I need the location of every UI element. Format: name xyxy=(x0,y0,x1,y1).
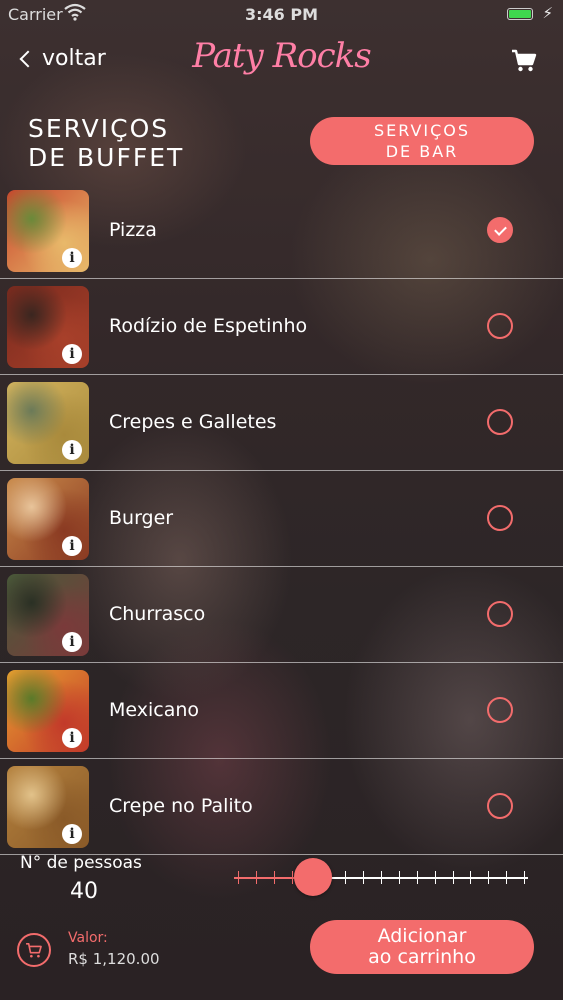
unchecked-circle-icon[interactable] xyxy=(487,505,513,531)
services-list: i Pizza i Rodízio de Espetinho i Crepes e Gal… xyxy=(0,183,563,855)
info-icon[interactable]: i xyxy=(62,728,82,748)
charging-icon: ⚡ xyxy=(542,4,553,22)
unchecked-circle-icon[interactable] xyxy=(487,697,513,723)
service-label: Crepes e Galletes xyxy=(109,411,277,433)
slider-tick xyxy=(255,871,257,884)
bar-services-button[interactable]: SERVIÇOS DE BAR xyxy=(310,117,534,165)
service-row[interactable]: i Crepes e Galletes xyxy=(0,375,563,471)
people-slider[interactable] xyxy=(234,858,528,896)
slider-tick xyxy=(470,871,472,884)
unchecked-circle-icon[interactable] xyxy=(487,601,513,627)
info-icon[interactable]: i xyxy=(62,824,82,844)
status-time: 3:46 PM xyxy=(244,5,318,24)
info-icon[interactable]: i xyxy=(62,440,82,460)
service-label: Pizza xyxy=(109,219,157,241)
status-bar: Carrier 3:46 PM ⚡ xyxy=(0,0,563,30)
app-logo: Paty Rocks xyxy=(192,36,371,76)
service-row[interactable]: i Burger xyxy=(0,471,563,567)
cart-summary-icon[interactable] xyxy=(17,933,51,967)
people-count: 40 xyxy=(70,879,98,904)
service-row[interactable]: i Churrasco xyxy=(0,567,563,663)
slider-tick xyxy=(434,871,436,884)
info-icon[interactable]: i xyxy=(62,536,82,556)
slider-tick xyxy=(398,871,400,884)
people-label: N° de pessoas xyxy=(20,853,142,873)
service-label: Mexicano xyxy=(109,699,200,721)
add-to-cart-button[interactable]: Adicionar ao carrinho xyxy=(310,920,534,974)
slider-tick xyxy=(345,871,347,884)
service-label: Crepe no Palito xyxy=(109,795,253,817)
valor-amount: R$ 1,120.00 xyxy=(68,950,160,968)
info-icon[interactable]: i xyxy=(62,344,82,364)
slider-tick xyxy=(524,871,525,884)
service-label: Rodízio de Espetinho xyxy=(109,315,308,337)
service-label: Burger xyxy=(109,507,174,529)
info-icon[interactable]: i xyxy=(62,632,82,652)
valor-label: Valor: xyxy=(68,930,108,946)
slider-tick xyxy=(416,871,418,884)
page-title: SERVIÇOS DE BUFFET xyxy=(28,114,185,172)
service-row[interactable]: i Mexicano xyxy=(0,663,563,759)
slider-tick xyxy=(273,871,275,884)
slider-tick xyxy=(488,871,490,884)
service-row[interactable]: i Pizza xyxy=(0,183,563,279)
cart-icon[interactable] xyxy=(511,48,537,74)
slider-tick xyxy=(381,871,382,884)
slider-tick xyxy=(506,871,508,884)
battery-icon xyxy=(507,8,533,20)
slider-knob[interactable] xyxy=(294,858,333,896)
unchecked-circle-icon[interactable] xyxy=(487,409,513,435)
slider-tick xyxy=(291,871,293,884)
service-label: Churrasco xyxy=(109,603,206,625)
slider-tick xyxy=(363,871,365,884)
service-row[interactable]: i Crepe no Palito xyxy=(0,759,563,855)
info-icon[interactable]: i xyxy=(62,248,82,268)
service-row[interactable]: i Rodízio de Espetinho xyxy=(0,279,563,375)
unchecked-circle-icon[interactable] xyxy=(487,313,513,339)
unchecked-circle-icon[interactable] xyxy=(487,793,513,819)
slider-tick xyxy=(238,871,239,884)
checked-circle-icon[interactable] xyxy=(487,217,513,243)
slider-tick xyxy=(452,871,454,884)
